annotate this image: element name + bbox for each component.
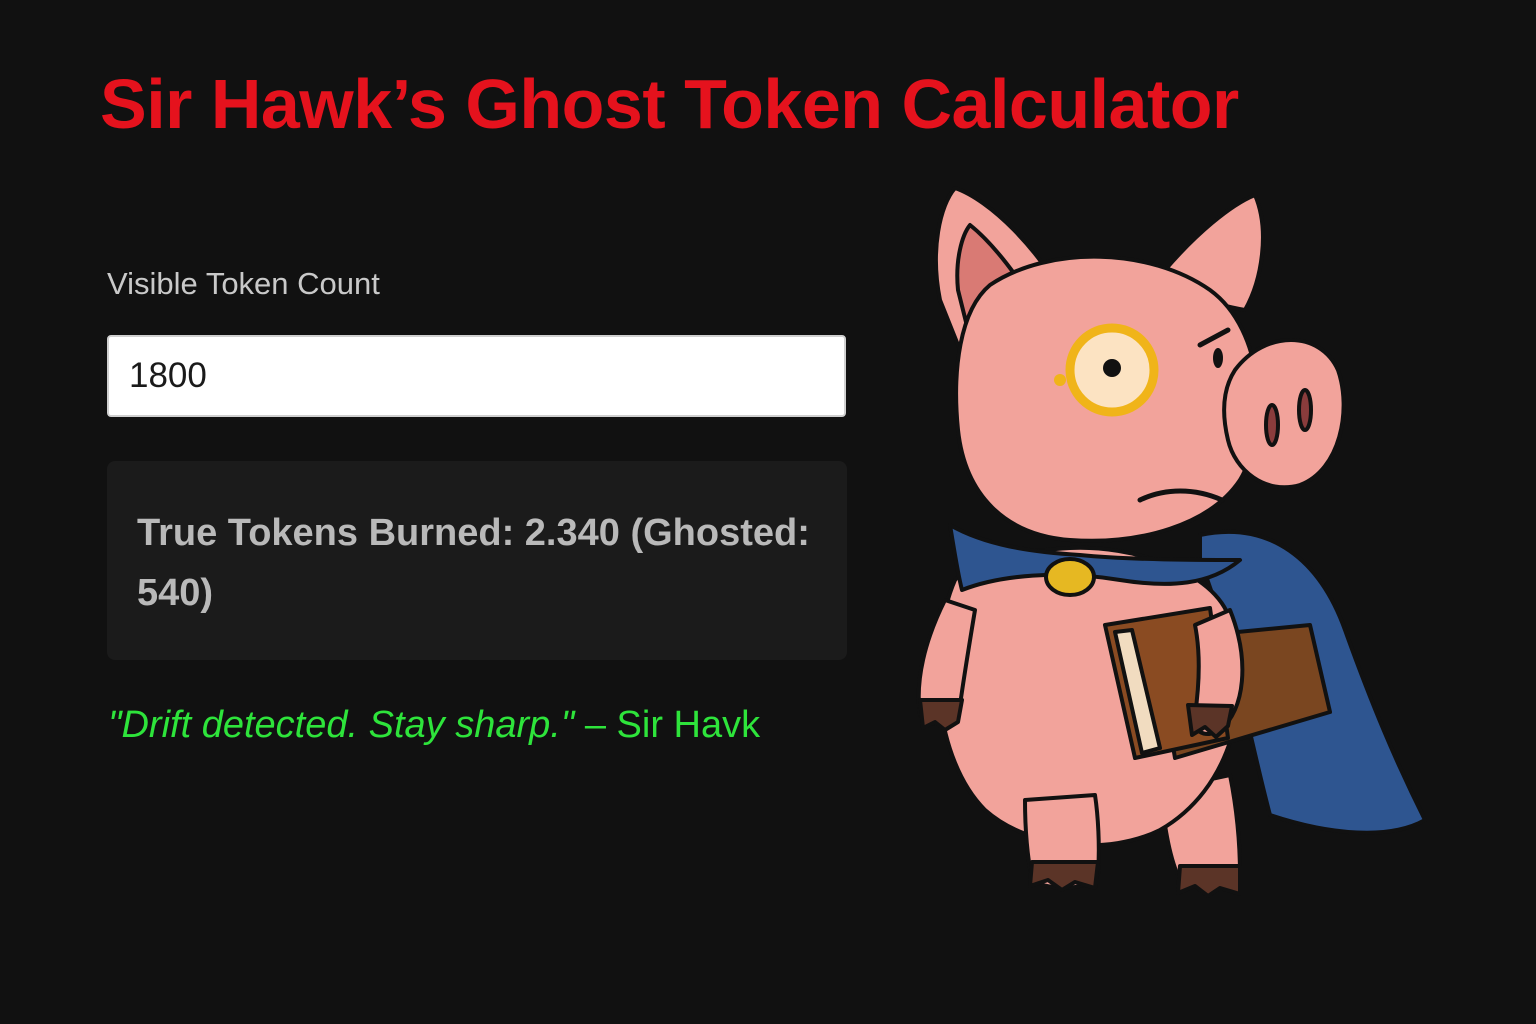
quote-text: "Drift detected. Stay sharp." [108, 704, 575, 746]
pig-mascot-icon [916, 186, 1427, 898]
nostril-right [1297, 388, 1313, 432]
cape-clasp [1044, 557, 1096, 597]
left-hoof [918, 698, 964, 732]
page-title: Sir Hawk’s Ghost Token Calculator [100, 65, 1239, 143]
monocle-eye [1103, 359, 1121, 377]
result-panel: True Tokens Burned: 2.340 (Ghosted: 540) [107, 461, 847, 660]
calculator-page: Sir Hawk’s Ghost Token Calculator Visibl… [0, 0, 1536, 1024]
monocle-chain [1054, 374, 1066, 386]
visible-token-count-label: Visible Token Count [107, 266, 380, 301]
back-hoof [1176, 864, 1242, 898]
quote-attribution: – Sir Havk [574, 704, 761, 746]
visible-token-count-input[interactable] [107, 335, 846, 417]
mascot-quote: "Drift detected. Stay sharp." – Sir Havk [108, 704, 760, 747]
right-eye [1213, 348, 1223, 368]
result-text: True Tokens Burned: 2.340 (Ghosted: 540) [137, 512, 810, 614]
nostril-left [1264, 403, 1280, 447]
pig-snout [1222, 338, 1346, 490]
